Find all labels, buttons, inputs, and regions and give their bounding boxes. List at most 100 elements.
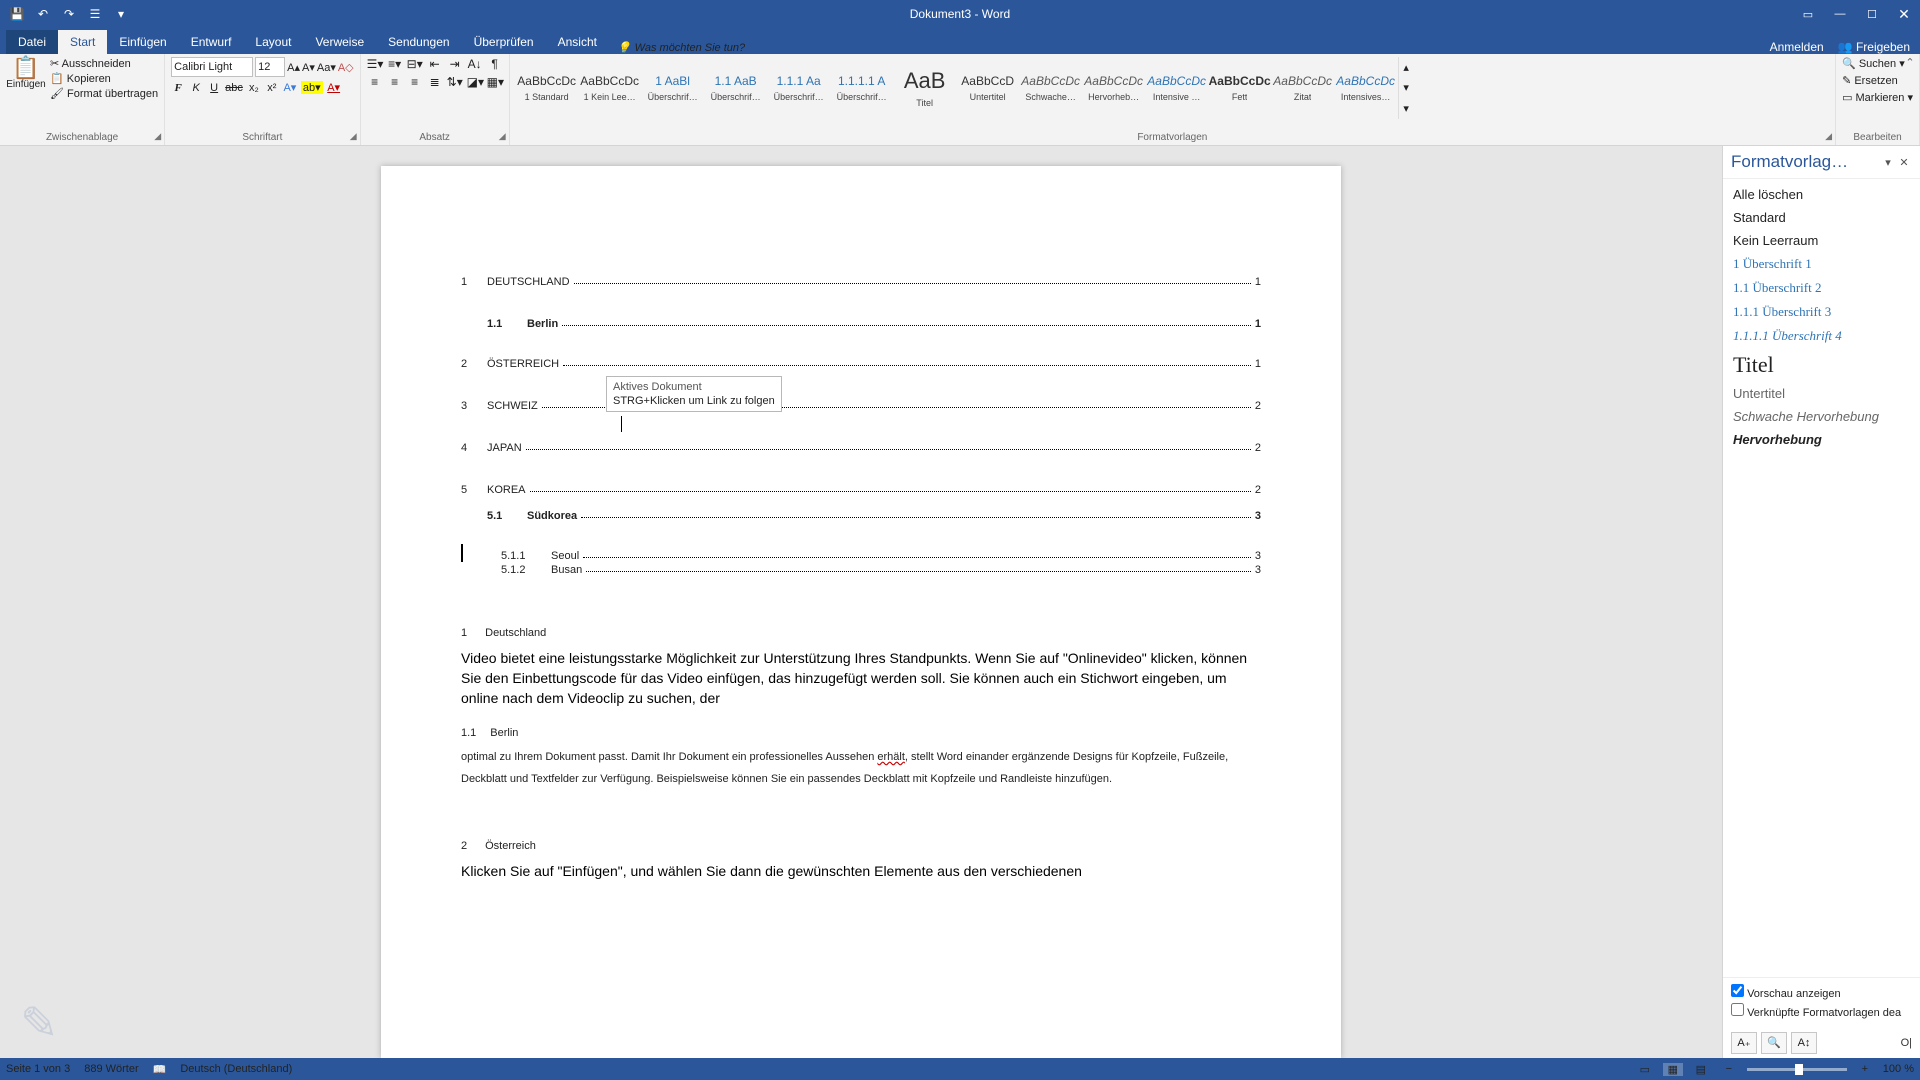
redo-icon[interactable]: ↷ [58, 3, 80, 25]
style-list-item[interactable]: Kein Leerraum [1723, 229, 1920, 252]
qat-more-icon[interactable]: ▾ [110, 3, 132, 25]
style-item[interactable]: AaBbCcDc1 Kein Lee… [579, 57, 641, 119]
style-item[interactable]: AaBbCcDcIntensives… [1335, 57, 1397, 119]
toc-entry[interactable]: 5.1.1Seoul3 [501, 550, 1261, 562]
shading-icon[interactable]: ◪▾ [467, 75, 483, 89]
read-mode-icon[interactable]: ▭ [1635, 1063, 1655, 1076]
maximize-icon[interactable]: ☐ [1856, 0, 1888, 28]
save-icon[interactable]: 💾 [6, 3, 28, 25]
tab-file[interactable]: Datei [6, 30, 58, 54]
close-icon[interactable]: ✕ [1888, 0, 1920, 28]
style-item[interactable]: 1.1.1.1 AÜberschrif… [831, 57, 893, 119]
sort-icon[interactable]: A↓ [467, 57, 483, 71]
format-painter-button[interactable]: Format übertragen [50, 87, 158, 100]
justify-icon[interactable]: ≣ [427, 75, 443, 89]
style-list-item[interactable]: Hervorhebung [1723, 428, 1920, 451]
dialog-launcher-icon[interactable]: ◢ [499, 131, 506, 142]
toc-entry[interactable]: 1.1Berlin1 [487, 318, 1261, 330]
style-item[interactable]: AaBbCcDcFett [1209, 57, 1271, 119]
toc-entry[interactable]: 2ÖSTERREICH1 [461, 358, 1261, 370]
superscript-icon[interactable]: x² [265, 82, 279, 94]
dialog-launcher-icon[interactable]: ◢ [154, 131, 161, 142]
style-item[interactable]: AaBbCcDUntertitel [957, 57, 1019, 119]
language-indicator[interactable]: Deutsch (Deutschland) [180, 1063, 292, 1075]
minimize-icon[interactable]: — [1824, 0, 1856, 28]
shrink-font-icon[interactable]: A▾ [302, 61, 315, 74]
new-style-icon[interactable]: A₊ [1731, 1032, 1757, 1054]
style-list-item[interactable]: 1.1 Überschrift 2 [1723, 276, 1920, 300]
manage-styles-icon[interactable]: A↕ [1791, 1032, 1817, 1054]
style-item[interactable]: AaBbCcDcHervorheb… [1083, 57, 1145, 119]
bold-icon[interactable]: F [171, 82, 185, 94]
tell-me-input[interactable]: 💡 Was möchten Sie tun? [617, 41, 745, 54]
font-name-input[interactable] [171, 57, 253, 77]
paragraph[interactable]: Video bietet eine leistungsstarke Möglic… [461, 648, 1261, 708]
dialog-launcher-icon[interactable]: ◢ [350, 131, 357, 142]
tab-layout[interactable]: Layout [243, 30, 303, 54]
signin-link[interactable]: Anmelden [1770, 40, 1824, 54]
ribbon-options-icon[interactable]: ▭ [1792, 0, 1824, 28]
style-list-item[interactable]: 1.1.1 Überschrift 3 [1723, 300, 1920, 324]
style-item[interactable]: 1 AaBlÜberschrif… [642, 57, 704, 119]
document-area[interactable]: 1DEUTSCHLAND1 1.1Berlin1 2ÖSTERREICH1 3SCHW… [0, 146, 1722, 1058]
linked-checkbox[interactable]: Verknüpfte Formatvorlagen dea [1731, 1003, 1912, 1019]
cut-button[interactable]: Ausschneiden [50, 57, 158, 70]
style-item[interactable]: AaBTitel [894, 57, 956, 119]
toc-entry[interactable]: 5.1Südkorea3 [487, 510, 1261, 522]
strike-icon[interactable]: abc [225, 82, 243, 94]
style-item[interactable]: 1.1.1 AaÜberschrif… [768, 57, 830, 119]
page[interactable]: 1DEUTSCHLAND1 1.1Berlin1 2ÖSTERREICH1 3SCHW… [381, 166, 1341, 1058]
line-spacing-icon[interactable]: ⇅▾ [447, 75, 463, 89]
borders-icon[interactable]: ▦▾ [487, 75, 503, 89]
spellcheck-icon[interactable]: 📖 [153, 1063, 167, 1076]
touch-mode-icon[interactable]: ☰ [84, 3, 106, 25]
style-clear-all[interactable]: Alle löschen [1723, 183, 1920, 206]
copy-button[interactable]: Kopieren [50, 72, 158, 85]
zoom-in-icon[interactable]: + [1855, 1063, 1875, 1075]
styles-gallery[interactable]: AaBbCcDc1 StandardAaBbCcDc1 Kein Lee…1 A… [516, 57, 1829, 119]
styles-more-icon[interactable]: ▴▾▾ [1398, 57, 1414, 119]
style-item[interactable]: 1.1 AaBÜberschrif… [705, 57, 767, 119]
tab-home[interactable]: Start [58, 30, 107, 54]
toc-entry[interactable]: 3SCHWEIZ2 [461, 400, 1261, 412]
toc-entry[interactable]: 5KOREA2 [461, 484, 1261, 496]
highlight-icon[interactable]: ab▾ [301, 81, 323, 94]
tab-design[interactable]: Entwurf [179, 30, 244, 54]
pane-dropdown-icon[interactable]: ▾ [1880, 156, 1896, 169]
decrease-indent-icon[interactable]: ⇤ [427, 57, 443, 71]
collapse-ribbon-icon[interactable]: ⌃ [1902, 56, 1918, 72]
align-left-icon[interactable]: ≡ [367, 75, 383, 89]
font-color-icon[interactable]: A▾ [327, 81, 341, 94]
font-size-input[interactable] [255, 57, 285, 77]
bullets-icon[interactable]: ☰▾ [367, 57, 383, 71]
style-item[interactable]: AaBbCcDcIntensive … [1146, 57, 1208, 119]
toc-entry[interactable]: 1DEUTSCHLAND1 [461, 276, 1261, 288]
change-case-icon[interactable]: Aa▾ [317, 61, 336, 74]
paragraph[interactable]: optimal zu Ihrem Dokument passt. Damit I… [461, 745, 1261, 789]
style-item[interactable]: AaBbCcDcZitat [1272, 57, 1334, 119]
preview-checkbox[interactable]: Vorschau anzeigen [1731, 984, 1912, 1000]
toc-entry[interactable]: 4JAPAN2 [461, 442, 1261, 454]
toc-entry[interactable]: 5.1.2Busan3 [501, 564, 1261, 576]
increase-indent-icon[interactable]: ⇥ [447, 57, 463, 71]
zoom-slider[interactable] [1747, 1068, 1847, 1071]
style-item[interactable]: AaBbCcDcSchwache… [1020, 57, 1082, 119]
underline-icon[interactable]: U [207, 82, 221, 94]
show-marks-icon[interactable]: ¶ [487, 57, 503, 71]
style-inspector-icon[interactable]: 🔍 [1761, 1032, 1787, 1054]
page-indicator[interactable]: Seite 1 von 3 [6, 1063, 70, 1075]
undo-icon[interactable]: ↶ [32, 3, 54, 25]
tab-insert[interactable]: Einfügen [107, 30, 178, 54]
style-list-item[interactable]: Untertitel [1723, 382, 1920, 405]
style-list-item[interactable]: Schwache Hervorhebung [1723, 405, 1920, 428]
tab-references[interactable]: Verweise [303, 30, 376, 54]
pane-close-icon[interactable]: ✕ [1896, 156, 1912, 169]
tab-mailings[interactable]: Sendungen [376, 30, 461, 54]
paste-button[interactable]: 📋 Einfügen [6, 57, 46, 100]
paragraph[interactable]: Klicken Sie auf "Einfügen", und wählen S… [461, 861, 1261, 881]
grow-font-icon[interactable]: A▴ [287, 61, 300, 74]
style-list-item[interactable]: 1.1.1.1 Überschrift 4 [1723, 324, 1920, 348]
text-effects-icon[interactable]: A▾ [283, 81, 297, 94]
select-button[interactable]: Markieren ▾ [1842, 91, 1913, 104]
zoom-out-icon[interactable]: − [1719, 1063, 1739, 1075]
